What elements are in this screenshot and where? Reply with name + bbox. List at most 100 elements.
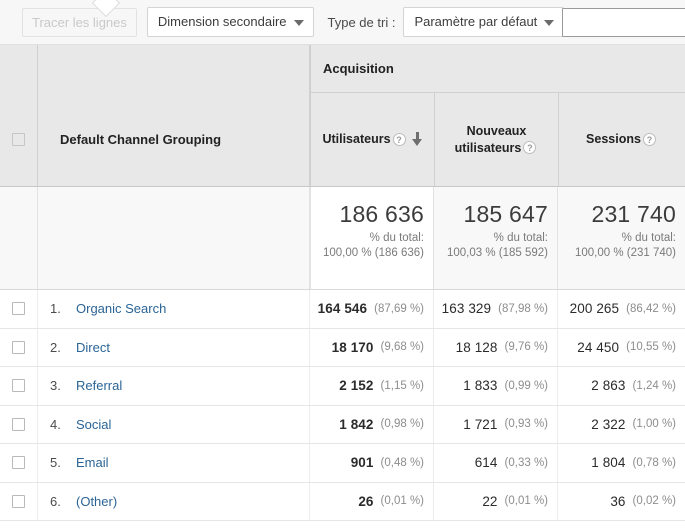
row-rank: 4. (50, 416, 61, 432)
row-value-new-users: 614 (474, 455, 498, 471)
row-dimension-link[interactable]: Email (76, 455, 109, 470)
row-percent-new-users: (0,93 %) (504, 418, 548, 431)
row-cell-users: 26 (0,01 %) (310, 482, 434, 520)
row-dimension-link[interactable]: (Other) (76, 494, 117, 509)
row-percent-new-users: (9,76 %) (504, 341, 548, 354)
row-cell-new-users: 1 833 (0,99 %) (434, 367, 558, 405)
row-cell-sessions: 200 265 (86,42 %) (558, 290, 685, 328)
row-rank: 1. (50, 301, 61, 317)
acquisition-data-table: Acquisition Default Channel Grouping Uti… (0, 45, 685, 521)
row-checkbox[interactable] (12, 302, 25, 316)
totals-subvalue-users: 100,00 % (186 636) (322, 247, 424, 259)
row-dimension-link[interactable]: Referral (76, 378, 122, 393)
totals-sublabel-sessions: % du total: (621, 232, 676, 244)
row-rank: 5. (50, 455, 61, 471)
chevron-down-icon (293, 20, 304, 26)
row-percent-sessions: (0,78 %) (632, 456, 676, 469)
row-dimension-cell: 6. (Other) (38, 482, 310, 520)
totals-subvalue-new-users: 100,03 % (185 592) (446, 247, 548, 259)
row-cell-users: 2 152 (1,15 %) (310, 367, 434, 405)
select-all-checkbox[interactable] (12, 133, 25, 146)
table-row[interactable]: 4. Social 1 842 (0,98 %) 1 721 (0,93 %) 2 322 (… (0, 405, 685, 444)
metric-column-header-users[interactable]: Utilisateurs? (310, 93, 434, 186)
row-value-sessions: 1 804 (591, 455, 626, 471)
row-percent-users: (0,48 %) (380, 456, 424, 469)
row-value-users: 901 (350, 455, 374, 471)
totals-checkbox-spacer (0, 187, 38, 289)
row-cell-sessions: 24 450 (10,55 %) (558, 329, 685, 367)
table-row[interactable]: 6. (Other) 26 (0,01 %) 22 (0,01 %) 36 (0,02 %) (0, 482, 685, 521)
totals-dimension-spacer (38, 187, 310, 289)
totals-value-users: 186 636 (339, 201, 424, 227)
table-search-wrapper (562, 8, 685, 37)
help-icon[interactable]: ? (642, 133, 656, 146)
row-checkbox-cell[interactable] (0, 405, 38, 443)
row-rank: 2. (50, 339, 61, 355)
row-cell-sessions: 2 322 (1,00 %) (558, 406, 685, 444)
row-checkbox[interactable] (12, 379, 25, 393)
table-row[interactable]: 1. Organic Search 164 546 (87,69 %) 163 329 (… (0, 290, 685, 329)
row-checkbox[interactable] (12, 340, 25, 354)
row-percent-users: (1,15 %) (380, 379, 424, 392)
table-body: 1. Organic Search 164 546 (87,69 %) 163 329 (… (0, 290, 685, 521)
totals-sublabel-users: % du total: (369, 232, 424, 244)
select-all-checkbox-cell[interactable] (0, 93, 38, 186)
row-checkbox-cell[interactable] (0, 482, 38, 520)
dimension-column-header[interactable]: Default Channel Grouping (38, 93, 310, 186)
row-dimension-link[interactable]: Direct (76, 340, 110, 355)
row-percent-users: (0,01 %) (380, 495, 424, 508)
row-value-users: 1 842 (339, 416, 374, 432)
sort-type-value: Paramètre par défaut (414, 14, 538, 29)
metric-label-new-users-line1: Nouveaux (466, 123, 527, 138)
chevron-down-icon (544, 20, 555, 26)
column-group-acquisition: Acquisition (310, 45, 685, 93)
row-checkbox-cell[interactable] (0, 290, 38, 328)
secondary-dimension-dropdown[interactable]: Dimension secondaire (146, 7, 314, 37)
sort-descending-icon[interactable] (411, 132, 423, 147)
table-group-header-row: Acquisition (0, 45, 685, 93)
row-percent-new-users: (0,99 %) (504, 379, 548, 392)
row-cell-sessions: 1 804 (0,78 %) (558, 444, 685, 482)
row-value-users: 2 152 (339, 378, 374, 394)
secondary-dimension-label: Dimension secondaire (157, 14, 287, 29)
row-percent-sessions: (10,55 %) (626, 341, 676, 354)
row-dimension-link[interactable]: Organic Search (76, 301, 166, 316)
table-row[interactable]: 2. Direct 18 170 (9,68 %) 18 128 (9,76 %) 24 4… (0, 328, 685, 367)
row-value-users: 18 170 (331, 339, 374, 355)
row-value-sessions: 36 (610, 493, 626, 509)
row-value-sessions: 24 450 (577, 339, 620, 355)
row-dimension-link[interactable]: Social (76, 417, 111, 432)
row-percent-users: (9,68 %) (380, 341, 424, 354)
help-icon[interactable]: ? (392, 133, 406, 146)
row-checkbox-cell[interactable] (0, 444, 38, 482)
plot-rows-button[interactable]: Tracer les lignes (22, 7, 137, 37)
row-value-new-users: 1 721 (463, 416, 498, 432)
search-input[interactable] (562, 8, 685, 37)
metric-column-header-sessions[interactable]: Sessions? (558, 93, 685, 186)
table-row[interactable]: 5. Email 901 (0,48 %) 614 (0,33 %) 1 804 (0,78 … (0, 444, 685, 483)
row-checkbox-cell[interactable] (0, 367, 38, 405)
row-cell-sessions: 36 (0,02 %) (558, 483, 685, 521)
dimension-column-label: Default Channel Grouping (60, 132, 222, 147)
row-cell-users: 18 170 (9,68 %) (310, 328, 434, 366)
help-icon[interactable]: ? (523, 140, 537, 154)
row-value-users: 26 (358, 493, 374, 509)
row-checkbox[interactable] (12, 456, 25, 470)
row-rank: 3. (50, 378, 61, 394)
row-value-new-users: 22 (482, 493, 498, 509)
report-toolbar: Tracer les lignes Dimension secondaire T… (0, 0, 685, 45)
table-row[interactable]: 3. Referral 2 152 (1,15 %) 1 833 (0,99 %) 2 86… (0, 367, 685, 406)
row-checkbox[interactable] (12, 494, 25, 508)
sort-type-dropdown[interactable]: Paramètre par défaut (403, 7, 565, 37)
row-cell-new-users: 18 128 (9,76 %) (434, 328, 558, 366)
row-cell-new-users: 22 (0,01 %) (434, 482, 558, 520)
totals-value-sessions: 231 740 (591, 201, 676, 227)
row-cell-new-users: 614 (0,33 %) (434, 444, 558, 482)
row-checkbox-cell[interactable] (0, 328, 38, 366)
row-percent-users: (87,69 %) (374, 302, 424, 315)
metric-column-header-new-users[interactable]: Nouveaux utilisateurs? (434, 93, 558, 186)
totals-cell-new-users: 185 647 % du total: 100,03 % (185 592) (434, 187, 558, 289)
row-percent-users: (0,98 %) (380, 418, 424, 431)
row-checkbox[interactable] (12, 417, 25, 431)
row-cell-new-users: 163 329 (87,98 %) (434, 290, 558, 328)
